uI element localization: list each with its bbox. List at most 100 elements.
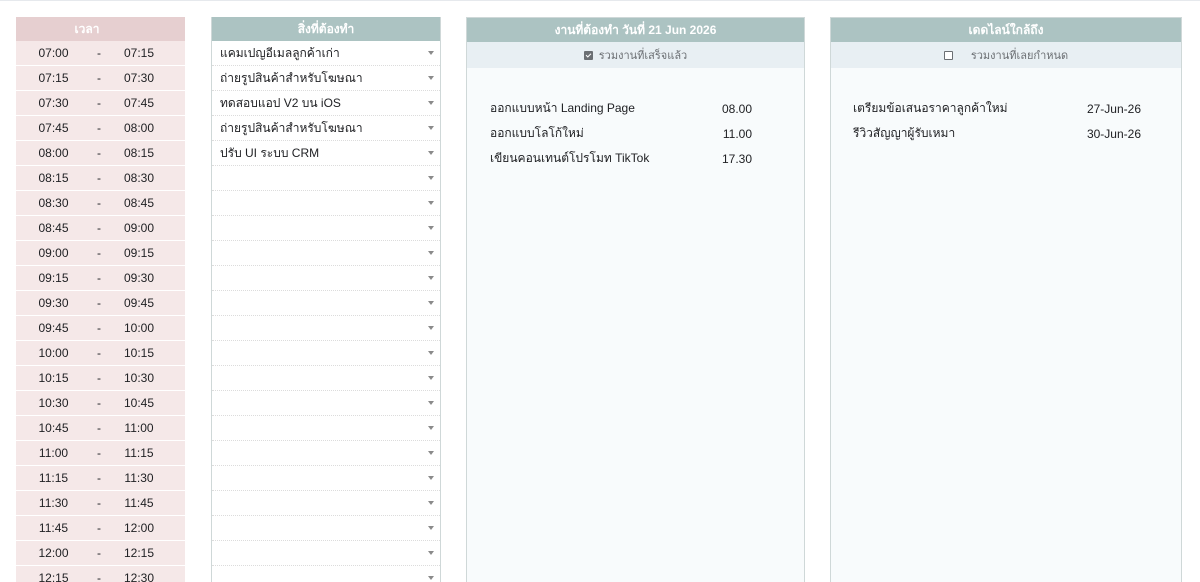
dropdown-arrow-icon[interactable] xyxy=(428,51,434,55)
dropdown-arrow-icon[interactable] xyxy=(428,126,434,130)
dropdown-arrow-icon[interactable] xyxy=(428,226,434,230)
slot-separator: - xyxy=(97,46,101,60)
todo-dropdown-cell[interactable] xyxy=(212,391,440,416)
dropdown-arrow-icon[interactable] xyxy=(428,476,434,480)
dropdown-arrow-icon[interactable] xyxy=(428,251,434,255)
todo-dropdown-cell[interactable] xyxy=(212,466,440,491)
dropdown-arrow-icon[interactable] xyxy=(428,151,434,155)
todo-dropdown-cell[interactable] xyxy=(212,216,440,241)
slot-start-time: 08:00 xyxy=(38,146,69,160)
time-slot-row[interactable]: 10:15 - 10:30 xyxy=(16,366,185,391)
time-slot-row[interactable]: 09:45 - 10:00 xyxy=(16,316,185,341)
time-slot-row[interactable]: 09:30 - 09:45 xyxy=(16,291,185,316)
todo-dropdown-cell[interactable] xyxy=(212,491,440,516)
time-slot-row[interactable]: 12:15 - 12:30 xyxy=(16,566,185,582)
time-slot-row[interactable]: 10:00 - 10:15 xyxy=(16,341,185,366)
time-slot-row[interactable]: 07:45 - 08:00 xyxy=(16,116,185,141)
todo-dropdown-cell[interactable] xyxy=(212,291,440,316)
todo-dropdown-cell[interactable] xyxy=(212,366,440,391)
deadline-header: เดดไลน์ใกล้ถึง xyxy=(831,18,1181,42)
todo-dropdown-cell[interactable] xyxy=(212,541,440,566)
include-done-checkbox[interactable] xyxy=(583,50,593,60)
dropdown-arrow-icon[interactable] xyxy=(428,351,434,355)
dropdown-arrow-icon[interactable] xyxy=(428,201,434,205)
todo-dropdown-cell[interactable]: ถ่ายรูปสินค้าสำหรับโฆษณา xyxy=(212,66,440,91)
dropdown-arrow-icon[interactable] xyxy=(428,301,434,305)
todo-dropdown-cell[interactable]: แคมเปญอีเมลลูกค้าเก่า xyxy=(212,41,440,66)
todo-dropdown-cell[interactable]: ถ่ายรูปสินค้าสำหรับโฆษณา xyxy=(212,116,440,141)
time-column: เวลา 07:00-07:15 07:15-07:30 07:30-07:45 07… xyxy=(16,17,185,582)
todo-dropdown-cell[interactable] xyxy=(212,316,440,341)
slot-start-time: 12:00 xyxy=(38,546,69,560)
today-task-name: ออกแบบโลโก้ใหม่ xyxy=(490,126,584,140)
time-slot-row[interactable]: 08:30 - 08:45 xyxy=(16,191,185,216)
slot-start-time: 07:30 xyxy=(38,96,69,110)
slot-end-time: 10:30 xyxy=(123,371,155,385)
time-slot-row[interactable]: 08:15 - 08:30 xyxy=(16,166,185,191)
include-overdue-checkbox[interactable] xyxy=(943,50,953,60)
slot-start-time: 09:00 xyxy=(38,246,69,260)
time-slot-row[interactable]: 11:45 - 12:00 xyxy=(16,516,185,541)
todo-dropdown-cell[interactable] xyxy=(212,191,440,216)
slot-start-time: 10:00 xyxy=(38,346,69,360)
slot-separator: - xyxy=(97,371,101,385)
time-slot-row[interactable]: 07:00 - 07:15 xyxy=(16,41,185,66)
deadline-panel: เดดไลน์ใกล้ถึง รวมงานที่เลยกำหนด เตรียมข… xyxy=(830,17,1182,582)
todo-dropdown-cell[interactable] xyxy=(212,241,440,266)
slot-end-time: 12:15 xyxy=(123,546,155,560)
slot-separator: - xyxy=(97,396,101,410)
slot-end-time: 07:30 xyxy=(123,71,155,85)
slot-end-time: 11:00 xyxy=(124,421,154,435)
slot-end-time: 12:00 xyxy=(123,521,155,535)
time-slot-row[interactable]: 08:45 - 09:00 xyxy=(16,216,185,241)
time-slot-row[interactable]: 08:00 - 08:15 xyxy=(16,141,185,166)
dropdown-arrow-icon[interactable] xyxy=(428,101,434,105)
todo-dropdown-cell[interactable] xyxy=(212,441,440,466)
time-slot-row[interactable]: 10:45 - 11:00 xyxy=(16,416,185,441)
include-overdue-toggle[interactable]: รวมงานที่เลยกำหนด xyxy=(831,42,1181,68)
dropdown-arrow-icon[interactable] xyxy=(428,576,434,580)
todo-dropdown-cell[interactable] xyxy=(212,516,440,541)
time-slot-row[interactable]: 10:30 - 10:45 xyxy=(16,391,185,416)
time-slot-row[interactable]: 09:00 - 09:15 xyxy=(16,241,185,266)
today-task-time: 17.30 xyxy=(721,151,752,166)
dropdown-arrow-icon[interactable] xyxy=(428,326,434,330)
todo-dropdown-cell[interactable] xyxy=(212,416,440,441)
today-tasks-panel: งานที่ต้องทำ วันที่ 21 Jun 2026 รวมงานที… xyxy=(466,17,805,582)
slot-end-time: 08:00 xyxy=(123,121,155,135)
time-slot-row[interactable]: 09:15 - 09:30 xyxy=(16,266,185,291)
time-slot-row[interactable]: 07:30 - 07:45 xyxy=(16,91,185,116)
time-slot-row[interactable]: 11:00 - 11:15 xyxy=(16,441,185,466)
dropdown-arrow-icon[interactable] xyxy=(428,276,434,280)
slot-end-time: 09:15 xyxy=(123,246,155,260)
slot-start-time: 07:00 xyxy=(38,46,69,60)
deadline-task-name: เตรียมข้อเสนอราคาลูกค้าใหม่ xyxy=(853,101,1008,115)
slot-end-time: 12:30 xyxy=(123,571,155,582)
dropdown-arrow-icon[interactable] xyxy=(428,426,434,430)
dropdown-arrow-icon[interactable] xyxy=(428,376,434,380)
todo-dropdown-cell[interactable] xyxy=(212,266,440,291)
include-done-toggle[interactable]: รวมงานที่เสร็จแล้ว xyxy=(467,42,804,68)
todo-dropdown-cell[interactable]: ปรับ UI ระบบ CRM xyxy=(212,141,440,166)
todo-dropdown-cell[interactable] xyxy=(212,166,440,191)
today-task-time: 08.00 xyxy=(721,101,752,116)
time-slot-row[interactable]: 07:15 - 07:30 xyxy=(16,66,185,91)
dropdown-arrow-icon[interactable] xyxy=(428,551,434,555)
dropdown-arrow-icon[interactable] xyxy=(428,401,434,405)
todo-dropdown-cell[interactable]: ทดสอบแอป V2 บน iOS xyxy=(212,91,440,116)
slot-separator: - xyxy=(97,171,101,185)
slot-start-time: 08:15 xyxy=(38,171,69,185)
todo-dropdown-cell[interactable] xyxy=(212,566,440,582)
todo-dropdown-cell[interactable] xyxy=(212,341,440,366)
dropdown-arrow-icon[interactable] xyxy=(428,176,434,180)
dropdown-arrow-icon[interactable] xyxy=(428,526,434,530)
time-slot-row[interactable]: 11:15 - 11:30 xyxy=(16,466,185,491)
time-slot-row[interactable]: 11:30 - 11:45 xyxy=(16,491,185,516)
slot-start-time: 11:15 xyxy=(38,471,69,485)
dropdown-arrow-icon[interactable] xyxy=(428,501,434,505)
slot-separator: - xyxy=(97,146,101,160)
slot-end-time: 08:30 xyxy=(123,171,155,185)
dropdown-arrow-icon[interactable] xyxy=(428,76,434,80)
dropdown-arrow-icon[interactable] xyxy=(428,451,434,455)
time-slot-row[interactable]: 12:00 - 12:15 xyxy=(16,541,185,566)
